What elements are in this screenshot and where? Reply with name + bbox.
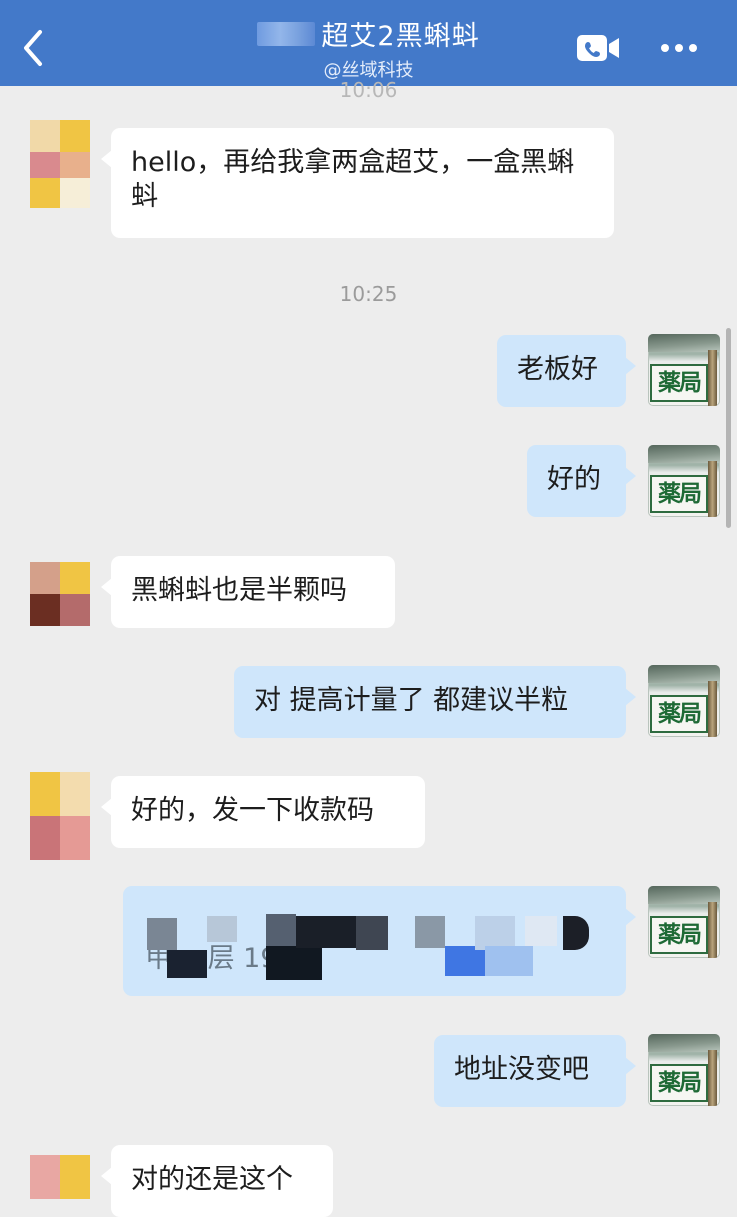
- pharmacy-avatar[interactable]: 薬局: [648, 445, 720, 517]
- redaction-block: [415, 916, 445, 948]
- message-text: 对 提高计量了 都建议半粒: [254, 685, 569, 716]
- redaction-block: [296, 916, 356, 948]
- message-bubble-outgoing[interactable]: 地址没变吧: [434, 1035, 636, 1107]
- more-dots-icon: [661, 44, 697, 52]
- pharmacy-sign: 薬局: [650, 695, 708, 733]
- chat-title: 超艾2黑蝌蚪: [321, 21, 480, 52]
- pharmacy-avatar[interactable]: 薬局: [648, 886, 720, 958]
- redaction-block: [266, 914, 296, 948]
- video-call-button[interactable]: [574, 30, 622, 66]
- message-text: 老板好: [517, 354, 598, 385]
- message-bubble-incoming[interactable]: 对的还是这个: [101, 1145, 333, 1217]
- message-text: hello，再给我拿两盒超艾，一盒黑蝌蚪: [131, 147, 575, 212]
- customer-avatar[interactable]: [30, 772, 90, 860]
- message-text: 黑蝌蚪也是半颗吗: [131, 575, 347, 606]
- redaction-block: [563, 916, 589, 950]
- redaction-block: [356, 916, 388, 950]
- more-button[interactable]: [656, 30, 702, 66]
- customer-avatar[interactable]: [30, 120, 90, 184]
- redaction-block: [167, 950, 207, 978]
- message-text: 好的: [547, 464, 601, 495]
- message-text: 好的，发一下收款码: [131, 795, 374, 826]
- redaction-block: [207, 916, 237, 942]
- scrollbar[interactable]: [726, 328, 731, 528]
- message-bubble-outgoing[interactable]: 老板好: [497, 335, 636, 407]
- chat-header: 超艾2黑蝌蚪 @丝域科技: [0, 0, 737, 86]
- pharmacy-sign: 薬局: [650, 916, 708, 954]
- message-bubble-incoming[interactable]: 黑蝌蚪也是半颗吗: [101, 556, 395, 628]
- customer-avatar-lower: [30, 178, 90, 208]
- redaction-block: [266, 946, 322, 980]
- pharmacy-avatar[interactable]: 薬局: [648, 334, 720, 406]
- redaction-block: [445, 946, 485, 976]
- message-text: 地址没变吧: [454, 1054, 589, 1085]
- title-redaction: [257, 21, 316, 46]
- redaction-block: [475, 916, 515, 950]
- timestamp-hidden: 10:06: [339, 78, 398, 102]
- redaction-block: [525, 916, 557, 946]
- timestamp: 10:25: [339, 282, 398, 306]
- message-bubble-outgoing[interactable]: 好的: [527, 445, 636, 517]
- message-bubble-outgoing-redacted[interactable]: 甲 一层 19 34: [123, 886, 636, 996]
- chat-title-area: 超艾2黑蝌蚪: [0, 14, 737, 53]
- pharmacy-avatar[interactable]: 薬局: [648, 1034, 720, 1106]
- redaction-block: [147, 918, 177, 950]
- message-bubble-incoming[interactable]: 好的，发一下收款码: [101, 776, 425, 848]
- pharmacy-sign: 薬局: [650, 1064, 708, 1102]
- pharmacy-sign: 薬局: [650, 475, 708, 513]
- message-bubble-incoming[interactable]: hello，再给我拿两盒超艾，一盒黑蝌蚪: [101, 128, 614, 238]
- pharmacy-avatar[interactable]: 薬局: [648, 665, 720, 737]
- video-call-icon: [577, 35, 619, 61]
- customer-avatar[interactable]: [30, 562, 90, 626]
- customer-avatar[interactable]: [30, 1155, 90, 1199]
- message-bubble-outgoing[interactable]: 对 提高计量了 都建议半粒: [234, 666, 636, 738]
- message-text: 对的还是这个: [131, 1164, 293, 1195]
- redaction-block: [485, 946, 533, 976]
- pharmacy-sign: 薬局: [650, 364, 708, 402]
